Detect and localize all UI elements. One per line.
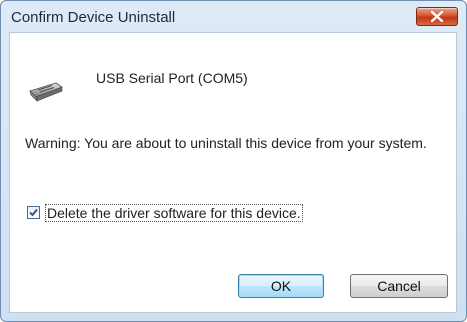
ok-button[interactable]: OK: [238, 274, 324, 298]
delete-driver-label[interactable]: Delete the driver software for this devi…: [45, 204, 303, 222]
dialog-content: USB Serial Port (COM5) Warning: You are …: [9, 32, 457, 313]
warning-message: Warning: You are about to uninstall this…: [25, 135, 427, 151]
title-bar[interactable]: Confirm Device Uninstall: [1, 1, 466, 33]
delete-driver-checkbox[interactable]: [27, 206, 40, 219]
close-button[interactable]: [416, 7, 458, 26]
device-name: USB Serial Port (COM5): [96, 70, 248, 86]
checkmark-icon: [29, 208, 38, 217]
cancel-button[interactable]: Cancel: [350, 274, 448, 298]
window-title: Confirm Device Uninstall: [11, 9, 176, 26]
usb-device-icon: [29, 82, 63, 102]
dialog-window: Confirm Device Uninstall USB Serial Port…: [0, 0, 467, 322]
close-icon: [431, 11, 443, 22]
